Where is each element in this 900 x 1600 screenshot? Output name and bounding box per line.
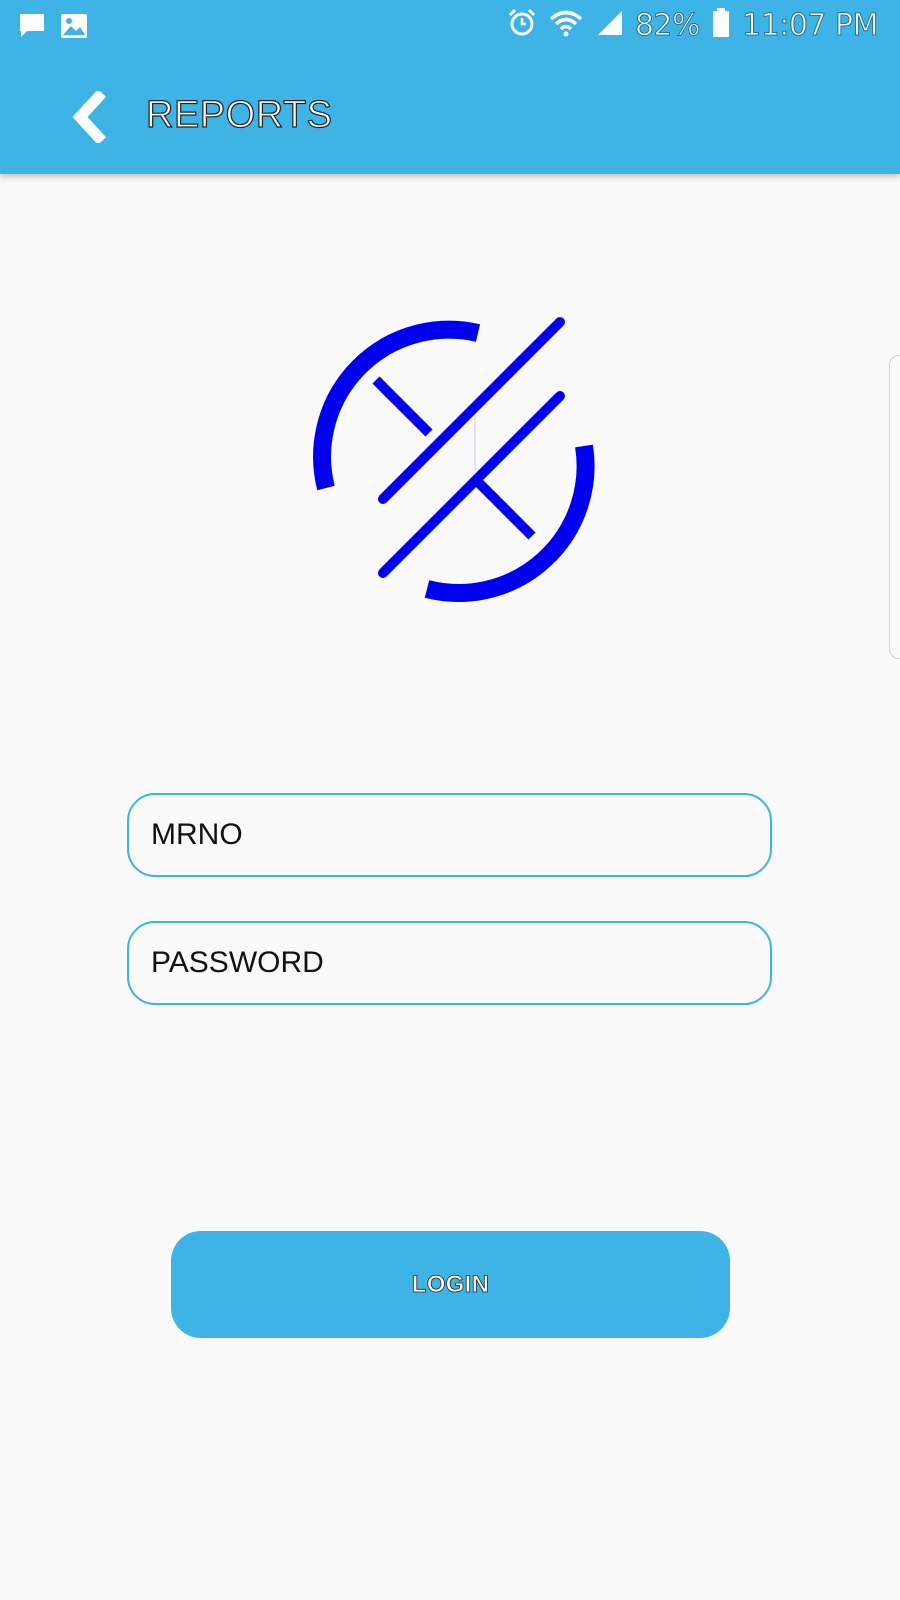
status-bar: 82% 11:07 PM bbox=[0, 0, 900, 56]
image-icon bbox=[60, 13, 88, 44]
clock: 11:07 PM bbox=[742, 8, 879, 44]
battery-icon bbox=[712, 8, 730, 43]
page-title: REPORTS bbox=[145, 93, 333, 136]
signal-icon bbox=[595, 9, 623, 42]
mrno-field[interactable] bbox=[127, 793, 772, 877]
app-logo bbox=[310, 300, 600, 610]
notification-icons bbox=[18, 12, 88, 45]
toolbar: REPORTS bbox=[0, 74, 900, 164]
alarm-icon bbox=[507, 8, 537, 43]
login-button-label: LOGIN bbox=[411, 1270, 490, 1298]
back-button[interactable] bbox=[62, 84, 122, 154]
chat-icon bbox=[18, 12, 46, 45]
wifi-icon bbox=[549, 9, 583, 42]
edge-panel-handle[interactable] bbox=[889, 355, 900, 659]
password-field[interactable] bbox=[127, 921, 772, 1005]
login-button[interactable]: LOGIN bbox=[171, 1231, 730, 1338]
password-input[interactable] bbox=[151, 923, 751, 1003]
system-icons: 82% 11:07 PM bbox=[507, 8, 879, 44]
app-header: 82% 11:07 PM REPORTS bbox=[0, 0, 900, 174]
chevron-left-icon bbox=[72, 88, 112, 148]
mrno-input[interactable] bbox=[151, 795, 751, 875]
battery-percent: 82% bbox=[634, 8, 701, 44]
